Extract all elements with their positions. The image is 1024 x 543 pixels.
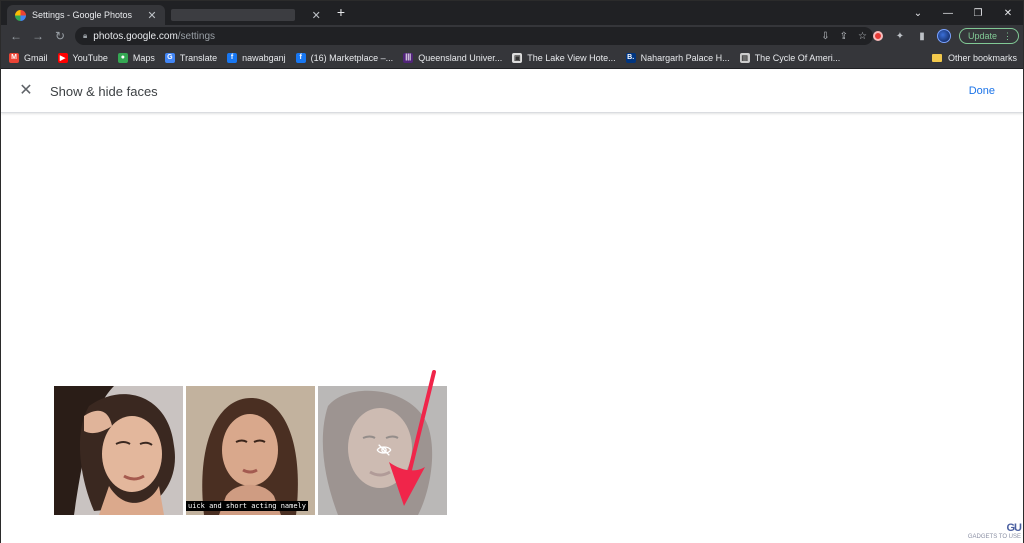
forward-icon[interactable]: → — [27, 29, 49, 43]
face-caption: uick and short acting namely — [186, 501, 309, 511]
window-controls: ⌄ — ❐ ✕ — [903, 1, 1023, 25]
minimize-icon[interactable]: — — [933, 1, 963, 25]
url-path: /settings — [177, 30, 216, 42]
bookmark-label: Gmail — [24, 52, 48, 63]
maps-icon: ● — [117, 52, 128, 63]
blurred-tab-title — [171, 9, 296, 21]
watermark-text: GADGETS TO USE — [967, 534, 1021, 540]
bookmark-label: (16) Marketplace –... — [310, 52, 394, 63]
google-photos-page: ✕ Show & hide faces Done uick and short … — [1, 70, 1023, 543]
watermark-logo: GU — [1006, 522, 1022, 534]
extension-red-icon[interactable] — [871, 29, 885, 43]
tab-title: Settings - Google Photos — [32, 10, 133, 20]
close-icon[interactable]: ✕ — [17, 82, 35, 100]
profile-avatar[interactable] — [936, 29, 951, 43]
menu-kebab-icon: ⋮ — [1003, 30, 1012, 41]
bookmark-item[interactable]: ▣ The Lake View Hote... — [512, 52, 616, 63]
new-tab-button[interactable]: + — [333, 4, 349, 20]
page-title: Show & hide faces — [50, 84, 158, 99]
tab-search-chevron-icon[interactable]: ⌄ — [903, 1, 933, 25]
browser-toolbar: ← → ↻ 🔒︎ photos.google.com/settings ⇩ ⇪ … — [1, 25, 1023, 47]
folder-icon — [931, 53, 942, 62]
update-button[interactable]: Update ⋮ — [958, 28, 1019, 44]
restore-icon[interactable]: ❐ — [963, 1, 993, 25]
app-bar: ✕ Show & hide faces Done — [1, 70, 1023, 113]
extensions-puzzle-icon[interactable]: ✦ — [893, 29, 907, 43]
bookmark-item[interactable]: G Translate — [164, 52, 218, 63]
hotel-icon: ▣ — [512, 52, 523, 63]
tab-close-icon[interactable]: ✕ — [145, 9, 159, 22]
back-icon[interactable]: ← — [5, 29, 27, 43]
bookmark-label: Nahargarh Palace H... — [640, 52, 730, 63]
bookmark-label: Queensland Univer... — [418, 52, 503, 63]
tab-google-photos[interactable]: Settings - Google Photos ✕ — [7, 5, 165, 25]
bookmark-label: The Cycle Of Ameri... — [754, 52, 841, 63]
done-button[interactable]: Done — [969, 85, 995, 97]
face-thumbnail[interactable]: uick and short acting namely — [186, 386, 315, 515]
bookmark-item[interactable]: f nawabganj — [227, 52, 286, 63]
bookmark-item[interactable]: ▤ The Cycle Of Ameri... — [739, 52, 841, 63]
share-icon[interactable]: ⇪ — [840, 31, 848, 42]
bookmark-item[interactable]: ▶ YouTube — [57, 52, 108, 63]
bookmark-label: Translate — [179, 52, 218, 63]
queensland-icon: ||| — [403, 52, 414, 63]
translate-icon: G — [164, 52, 175, 63]
lock-icon: 🔒︎ — [83, 31, 88, 40]
booking-icon: B. — [625, 52, 636, 63]
update-label: Update — [967, 31, 997, 41]
tab-close-icon[interactable]: ✕ — [309, 9, 323, 22]
address-bar[interactable]: 🔒︎ photos.google.com/settings ⇩ ⇪ ☆ — [75, 27, 873, 45]
doc-icon: ▤ — [739, 52, 750, 63]
gmail-icon: M — [9, 52, 19, 63]
tab-blurred[interactable]: ✕ — [169, 5, 329, 25]
bookmark-label: nawabganj — [242, 52, 286, 63]
bookmark-label: Maps — [132, 52, 155, 63]
other-bookmarks-label: Other bookmarks — [947, 52, 1017, 63]
watermark: GU GADGETS TO USE — [967, 522, 1022, 541]
annotation-arrow-icon — [389, 370, 436, 506]
bookmark-item[interactable]: f (16) Marketplace –... — [295, 52, 394, 63]
tab-strip: Settings - Google Photos ✕ ✕ + ⌄ — ❐ ✕ — [1, 1, 1023, 25]
face-photo-1 — [54, 386, 183, 515]
bookmark-item[interactable]: ||| Queensland Univer... — [403, 52, 503, 63]
side-panel-icon[interactable]: ▮ — [915, 29, 929, 43]
face-thumbnail[interactable] — [54, 386, 183, 515]
bookmark-star-icon[interactable]: ☆ — [858, 31, 867, 42]
url-host: photos.google.com — [93, 30, 178, 42]
google-photos-icon — [15, 9, 26, 21]
browser-window: Settings - Google Photos ✕ ✕ + ⌄ — ❐ ✕ ←… — [0, 0, 1024, 543]
bookmark-label: The Lake View Hote... — [527, 52, 616, 63]
window-close-icon[interactable]: ✕ — [993, 1, 1023, 25]
other-bookmarks[interactable]: Other bookmarks — [931, 52, 1017, 63]
bookmark-item[interactable]: M Gmail — [9, 52, 48, 63]
bookmark-item[interactable]: B. Nahargarh Palace H... — [625, 52, 730, 63]
bookmark-label: YouTube — [72, 52, 108, 63]
facebook-icon: f — [295, 52, 306, 63]
facebook-icon: f — [227, 52, 238, 63]
install-app-icon[interactable]: ⇩ — [821, 31, 829, 42]
bookmark-item[interactable]: ● Maps — [117, 52, 155, 63]
youtube-icon: ▶ — [57, 52, 68, 63]
bookmarks-bar: M Gmail ▶ YouTube ● Maps G Translate f nawabganj f… — [1, 47, 1023, 69]
face-photo-2 — [186, 386, 315, 515]
reload-icon[interactable]: ↻ — [49, 29, 71, 43]
